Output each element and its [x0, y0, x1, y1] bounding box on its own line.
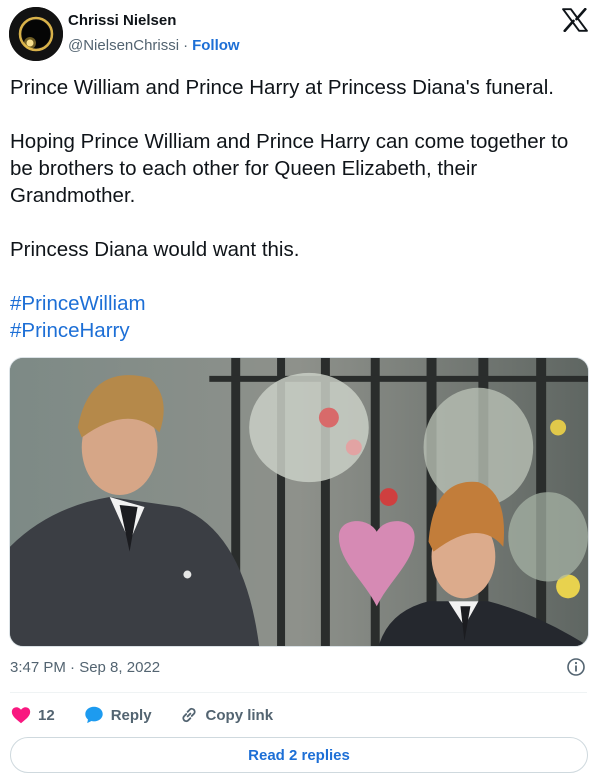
speech-bubble-icon [84, 706, 103, 724]
tweet-text: Prince William and Prince Harry at Princ… [10, 74, 590, 344]
author-name[interactable]: Chrissi Nielsen [68, 12, 176, 29]
tweet-card: Chrissi Nielsen @NielsenChrissi · Follow P… [0, 0, 597, 782]
hashtag-link[interactable]: #PrinceHarry [10, 317, 590, 344]
divider [10, 692, 587, 693]
funeral-photo-image [10, 358, 588, 646]
link-icon [181, 707, 196, 723]
separator-dot: · [183, 37, 189, 54]
like-button[interactable]: 12 [10, 704, 83, 726]
like-count: 12 [38, 706, 55, 724]
tweet-paragraph: Prince William and Prince Harry at Princ… [10, 76, 554, 99]
heart-icon [11, 707, 31, 724]
author-handle[interactable]: @NielsenChrissi [68, 37, 179, 54]
avatar[interactable] [9, 7, 63, 61]
action-bar: 12 Reply Copy link [10, 702, 273, 728]
reply-button[interactable]: Reply [83, 704, 178, 726]
eclipse-avatar-image [9, 7, 63, 61]
follow-button[interactable]: Follow [192, 37, 240, 54]
hashtag-link[interactable]: #PrinceWilliam [10, 290, 590, 317]
copy-link-button[interactable]: Copy link [178, 704, 274, 726]
author-handle-row: @NielsenChrissi · Follow [68, 37, 240, 54]
copy-link-label: Copy link [205, 706, 274, 724]
hashtag-list: #PrinceWilliam #PrinceHarry [10, 290, 590, 344]
x-logo-icon[interactable] [562, 7, 588, 33]
tweet-paragraph: Hoping Prince William and Prince Harry c… [10, 130, 569, 207]
read-replies-button[interactable]: Read 2 replies [10, 737, 588, 773]
tweet-timestamp[interactable]: 3:47 PM · Sep 8, 2022 [10, 659, 160, 676]
reply-label: Reply [110, 706, 152, 724]
info-icon[interactable] [566, 657, 586, 677]
tweet-photo[interactable] [9, 357, 589, 647]
tweet-paragraph: Princess Diana would want this. [10, 238, 300, 261]
